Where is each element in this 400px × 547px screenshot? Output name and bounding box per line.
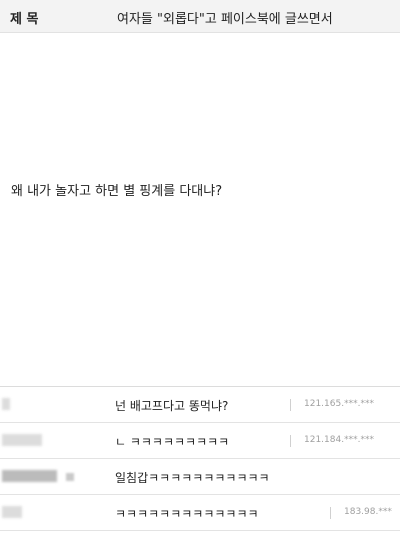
comment-row: ㄴ ㅋㅋㅋㅋㅋㅋㅋㅋㅋ 121.184.***.*** — [0, 423, 400, 459]
post-title: 여자들 "외롭다"고 페이스북에 글쓰면서 — [117, 12, 333, 27]
blurred-nickname — [2, 434, 42, 446]
post-body: 왜 내가 놀자고 하면 별 핑계를 다대냐? — [11, 184, 223, 199]
comment-row: 일침갑ㅋㅋㅋㅋㅋㅋㅋㅋㅋㅋㅋ — [0, 459, 400, 495]
comment-row: 넌 배고프다고 똥먹냐? 121.165.***.*** — [0, 387, 400, 423]
subject-row: 제 목 여자들 "외롭다"고 페이스북에 글쓰면서 — [0, 0, 400, 33]
subject-label: 제 목 — [10, 12, 39, 27]
badge-icon — [66, 473, 74, 481]
comment-row: ㅋㅋㅋㅋㅋㅋㅋㅋㅋㅋㅋㅋㅋ 183.98.*** — [0, 495, 400, 531]
comment-text: ㅋㅋㅋㅋㅋㅋㅋㅋㅋㅋㅋㅋㅋ — [115, 507, 259, 521]
divider — [290, 435, 291, 447]
comment-text: 넌 배고프다고 똥먹냐? — [115, 399, 229, 413]
blurred-nickname — [2, 398, 10, 410]
divider — [330, 507, 331, 519]
comment-text: 일침갑ㅋㅋㅋㅋㅋㅋㅋㅋㅋㅋㅋ — [115, 471, 270, 485]
comment-ip: 121.184.***.*** — [304, 435, 374, 445]
blurred-nickname — [2, 470, 57, 482]
divider — [290, 399, 291, 411]
comment-ip: 183.98.*** — [344, 507, 392, 517]
comment-list: 넌 배고프다고 똥먹냐? 121.165.***.*** ㄴ ㅋㅋㅋㅋㅋㅋㅋㅋㅋ… — [0, 386, 400, 531]
blurred-nickname — [2, 506, 22, 518]
comment-text: ㄴ ㅋㅋㅋㅋㅋㅋㅋㅋㅋ — [115, 435, 230, 449]
comment-ip: 121.165.***.*** — [304, 399, 374, 409]
